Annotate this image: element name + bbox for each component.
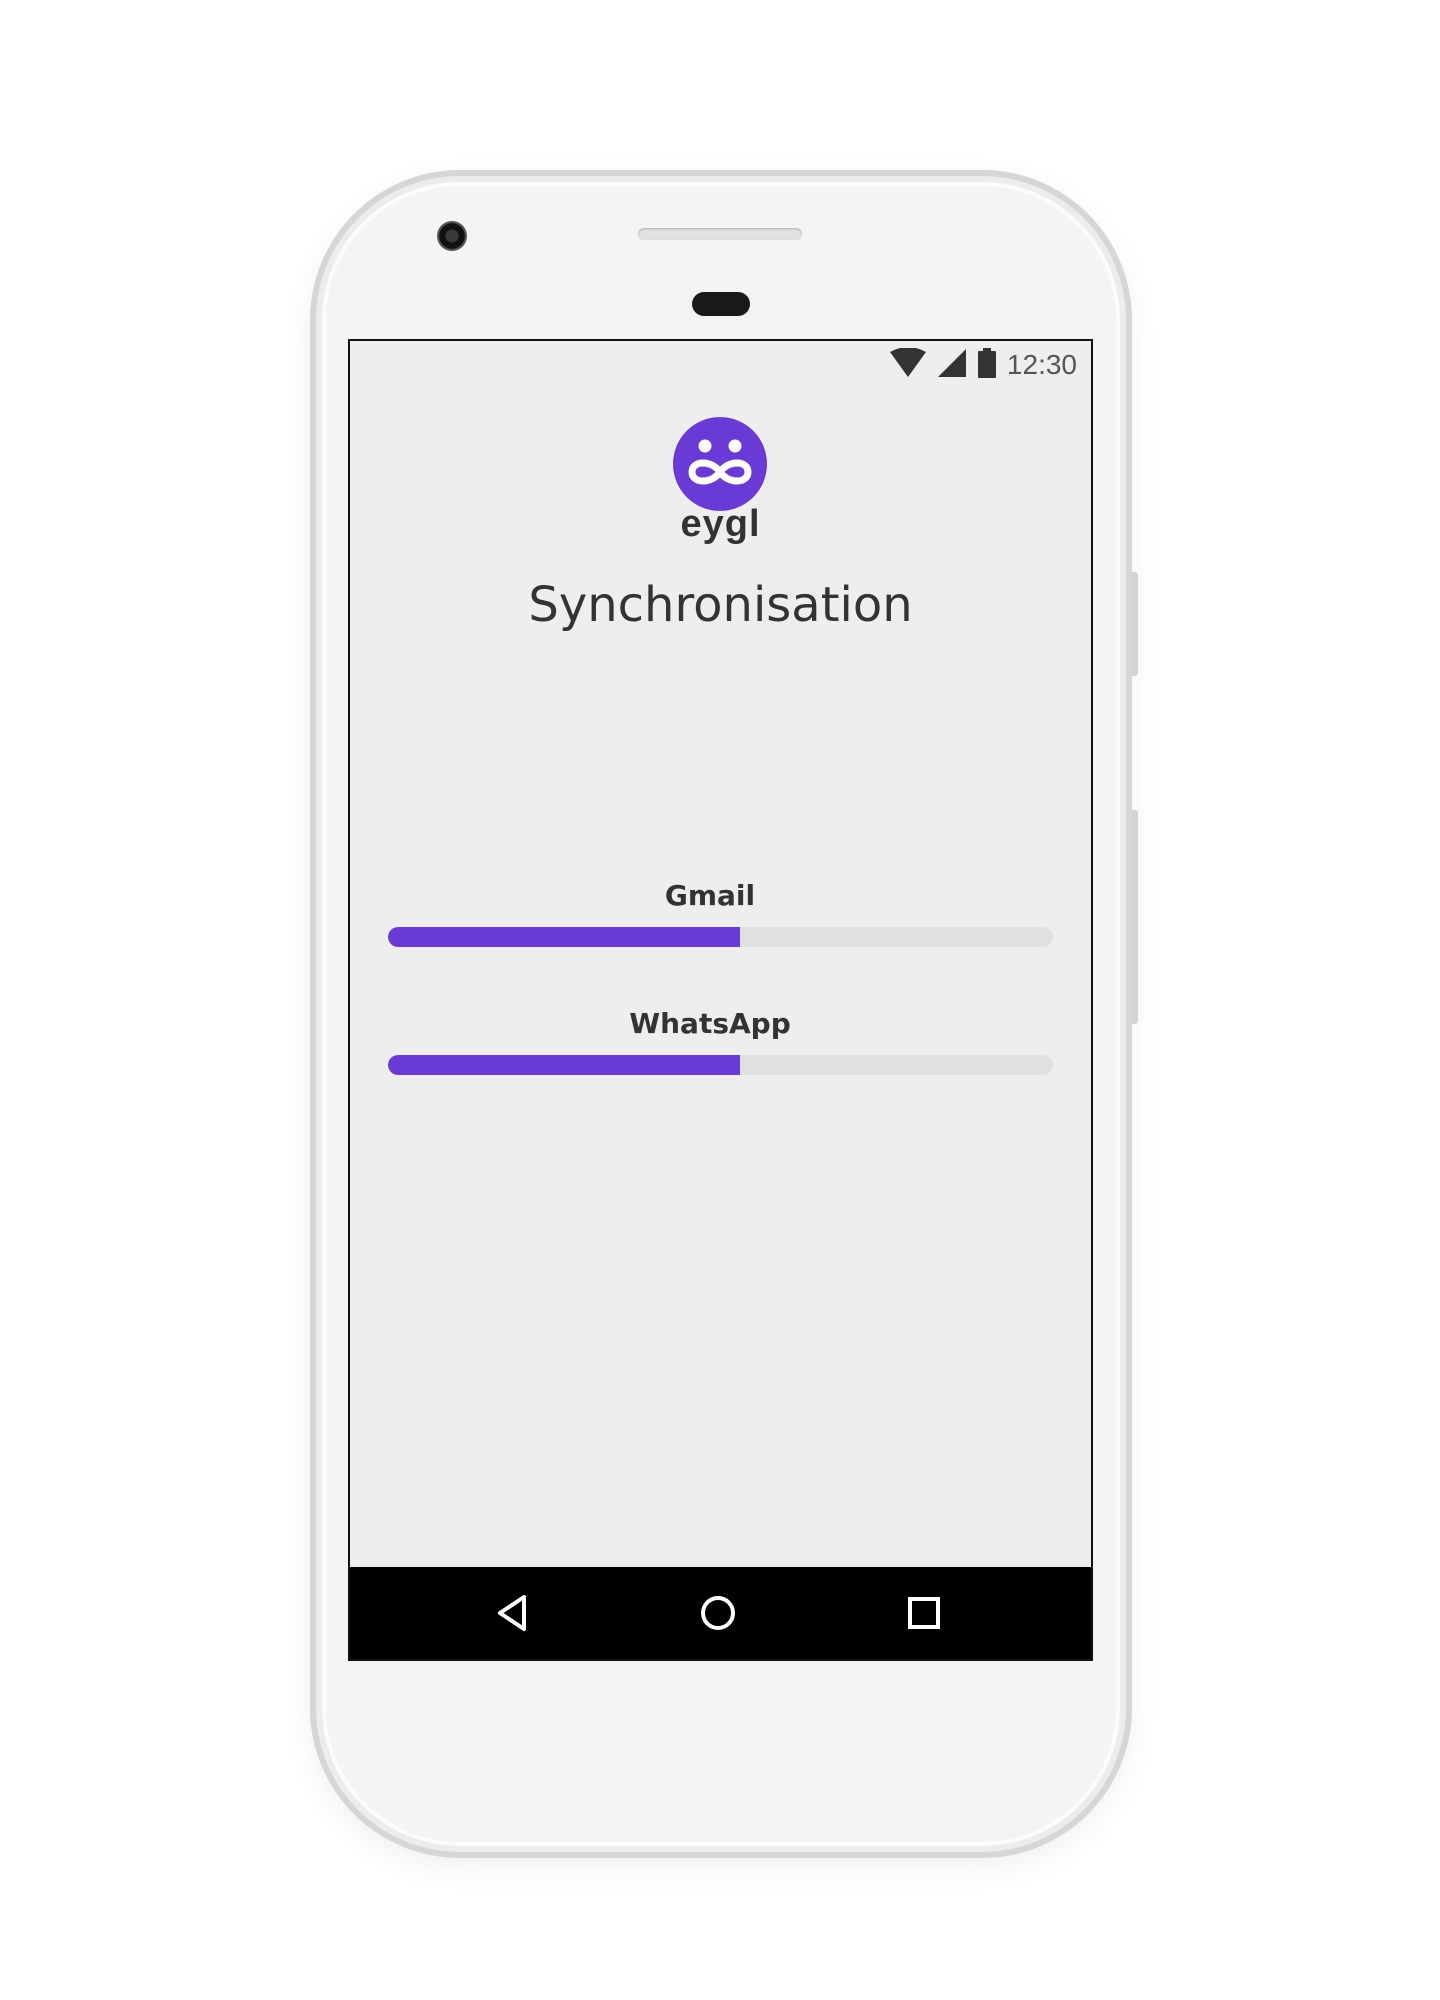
status-time: 12:30 [1006,349,1077,380]
back-icon[interactable] [492,1593,532,1633]
eygl-logo-icon [672,416,768,512]
front-camera [437,221,467,251]
app-screen: 12:30 eygl Synchronisation Gmail WhatsAp… [348,339,1093,1661]
navigation-bar [350,1567,1091,1659]
progress-fill-whatsapp [388,1055,741,1075]
brand-name: eygl [680,503,761,545]
status-bar: 12:30 [350,341,1091,389]
sync-label-whatsapp: WhatsApp [629,1007,791,1040]
progress-fill-gmail [388,927,741,947]
recents-icon[interactable] [904,1593,944,1633]
page-title: Synchronisation [528,577,913,633]
earpiece [692,292,750,316]
battery-icon [977,348,997,382]
progress-bar-whatsapp [388,1055,1053,1075]
progress-bar-gmail [388,927,1053,947]
wifi-icon [889,347,927,382]
home-icon[interactable] [698,1593,738,1633]
speaker-grill [638,228,802,240]
sync-label-gmail: Gmail [664,879,756,912]
signal-icon [937,348,967,382]
